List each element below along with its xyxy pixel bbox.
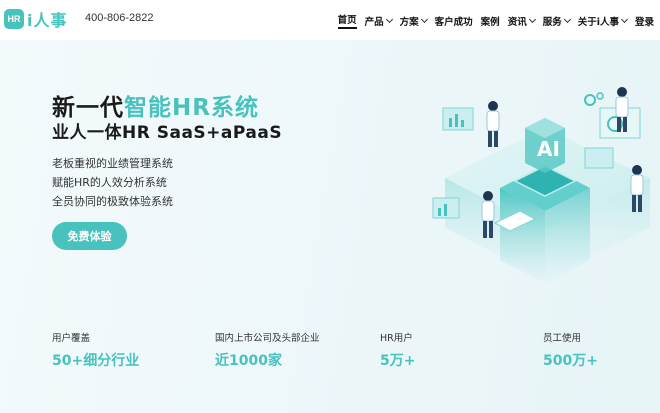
stat-label: 国内上市公司及头部企业 — [215, 333, 320, 344]
ai-platform-illustration: AI — [432, 87, 650, 283]
stat-hr-users: HR用户 5万+ — [380, 330, 415, 370]
nav-item-solution[interactable]: 方案 — [399, 12, 428, 29]
nav-item-news[interactable]: 资讯 — [507, 12, 536, 29]
logo-badge: HR — [4, 9, 24, 29]
nav-item-home[interactable]: 首页 — [337, 12, 357, 29]
top-navigation-bar: HR i人事 400-806-2822 首页 产品 方案 客户成功 案例 资讯 … — [0, 0, 660, 40]
feature-line: 全员协同的极致体验系统 — [52, 195, 173, 208]
chevron-down-icon — [563, 15, 571, 23]
stat-listed-companies: 国内上市公司及头部企业 近1000家 — [215, 330, 320, 370]
ai-label: AI — [537, 137, 560, 161]
stat-value: 近1000家 — [215, 353, 282, 369]
stat-value: 500万+ — [543, 353, 598, 369]
chevron-down-icon — [528, 15, 536, 23]
stat-label: 员工使用 — [543, 333, 582, 344]
hero-subtitle: 业人一体HR SaaS+aPaaS — [52, 123, 283, 143]
nav-label: 服务 — [542, 16, 562, 28]
chevron-down-icon — [420, 15, 428, 23]
logo-text: i人事 — [27, 11, 68, 30]
nav-item-cases[interactable]: 案例 — [481, 12, 500, 29]
nav-item-about[interactable]: 关于i人事 — [577, 12, 629, 29]
feature-line: 老板重视的业绩管理系统 — [52, 157, 173, 170]
hero-title: 新一代智能HR系统 — [52, 88, 259, 122]
nav-label: 案例 — [480, 16, 500, 28]
nav-item-product[interactable]: 产品 — [364, 12, 393, 29]
feature-line: 赋能HR的人效分析系统 — [52, 176, 167, 189]
nav-item-login[interactable]: 登录 — [635, 12, 654, 29]
nav-label: 方案 — [399, 16, 419, 28]
stat-value: 50+细分行业 — [52, 353, 140, 369]
brand-logo[interactable]: HR i人事 — [4, 8, 68, 30]
stat-industries: 用户覆盖 50+细分行业 — [52, 330, 139, 370]
stat-value: 5万+ — [380, 353, 416, 369]
nav-label: 关于i人事 — [577, 16, 619, 28]
phone-number: 400-806-2822 — [85, 12, 154, 24]
stat-label: 用户覆盖 — [52, 333, 91, 344]
chevron-down-icon — [385, 15, 393, 23]
nav-label: 产品 — [364, 16, 384, 28]
stats-section: 用户覆盖 50+细分行业 国内上市公司及头部企业 近1000家 HR用户 5万+… — [0, 330, 660, 370]
chevron-down-icon — [620, 15, 629, 23]
nav-item-service[interactable]: 服务 — [542, 12, 571, 29]
free-trial-button[interactable]: 免费体验 — [52, 222, 127, 250]
stat-employees: 员工使用 500万+ — [543, 330, 598, 370]
stat-label: HR用户 — [380, 333, 413, 344]
nav-label: 客户成功 — [434, 16, 473, 28]
nav-label: 资讯 — [507, 16, 527, 28]
nav-label: 首页 — [337, 15, 357, 26]
main-nav: 首页 产品 方案 客户成功 案例 资讯 服务 关于i人事 登录 — [330, 12, 654, 29]
nav-label: 登录 — [634, 16, 654, 28]
nav-item-customer-success[interactable]: 客户成功 — [435, 12, 473, 29]
